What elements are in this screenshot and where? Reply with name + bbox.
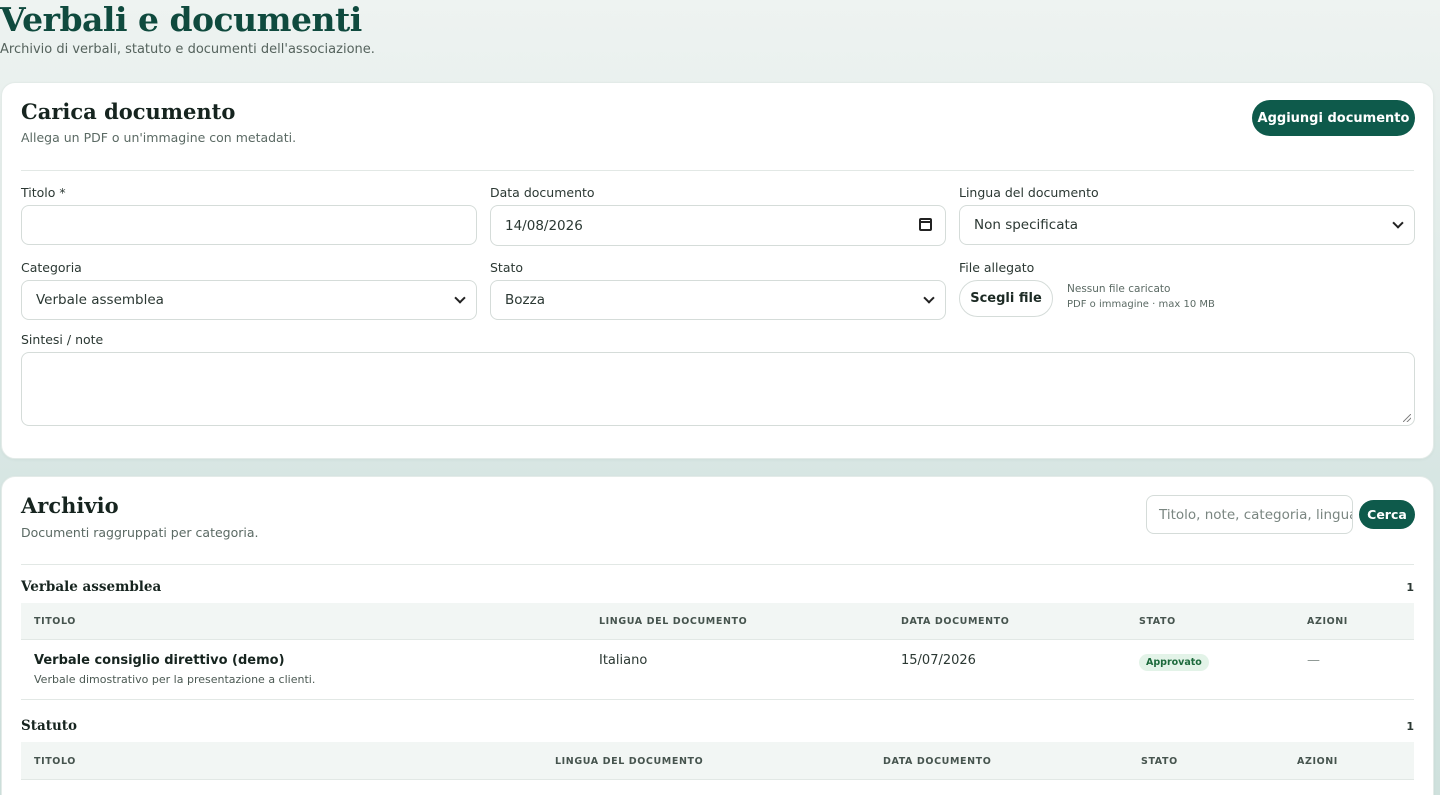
archive-description: Documenti raggruppati per categoria. [21, 525, 259, 540]
row-title[interactable]: Verbale consiglio direttivo (demo) [34, 653, 285, 668]
upload-card: Carica documento Allega un PDF o un'imma… [1, 82, 1434, 459]
col-titolo: TITOLO [34, 616, 76, 627]
titolo-label: Titolo * [21, 185, 66, 200]
page-subtitle: Archivio di verbali, statuto e documenti… [0, 42, 375, 57]
col-stato: STATO [1141, 756, 1178, 767]
group-count: 1 [1406, 581, 1414, 594]
titolo-input[interactable] [21, 205, 477, 245]
status-badge: Approvato [1139, 654, 1209, 671]
file-status: Nessun file caricato [1067, 283, 1171, 295]
row-description: Verbale dimostrativo per la presentazion… [34, 673, 316, 686]
file-label: File allegato [959, 260, 1035, 275]
categoria-label: Categoria [21, 260, 82, 275]
archive-title: Archivio [21, 493, 119, 518]
choose-file-button[interactable]: Scegli file [959, 280, 1053, 317]
col-azioni: AZIONI [1297, 756, 1338, 767]
page-title: Verbali e documenti [0, 0, 362, 39]
stato-label: Stato [490, 260, 524, 275]
lingua-label: Lingua del documento [959, 185, 1099, 200]
sintesi-textarea[interactable] [21, 352, 1415, 426]
archive-search-input[interactable]: Titolo, note, categoria, lingua [1146, 495, 1353, 534]
upload-divider [21, 170, 1414, 171]
data-documento-value: 14/08/2026 [505, 217, 583, 234]
stato-select[interactable]: Bozza [490, 280, 946, 320]
lingua-select[interactable]: Non specificata [959, 205, 1415, 245]
col-titolo: TITOLO [34, 756, 76, 767]
upload-description: Allega un PDF o un'immagine con metadati… [21, 130, 297, 145]
col-data: DATA DOCUMENTO [901, 616, 1010, 627]
col-lingua: LINGUA DEL DOCUMENTO [555, 756, 704, 767]
calendar-icon[interactable] [919, 218, 932, 231]
table-header: TITOLO LINGUA DEL DOCUMENTO DATA DOCUMEN… [21, 603, 1414, 640]
categoria-select-value: Verbale assemblea [36, 292, 164, 308]
chevron-down-icon [1392, 217, 1404, 229]
group-title-verbale-assemblea: Verbale assemblea [21, 579, 162, 595]
row-lingua: Italiano [599, 653, 648, 668]
group-count: 1 [1406, 720, 1414, 733]
archive-divider [21, 564, 1414, 565]
group-title-statuto: Statuto [21, 718, 78, 734]
data-documento-input[interactable]: 14/08/2026 [490, 205, 946, 246]
sintesi-label: Sintesi / note [21, 332, 104, 347]
search-button[interactable]: Cerca [1359, 500, 1415, 529]
file-hint: PDF o immagine · max 10 MB [1067, 299, 1215, 310]
lingua-select-value: Non specificata [974, 217, 1079, 233]
resize-handle[interactable] [1403, 414, 1411, 422]
row-data: 15/07/2026 [901, 653, 976, 668]
row-actions: — [1307, 653, 1320, 668]
categoria-select[interactable]: Verbale assemblea [21, 280, 477, 320]
col-azioni: AZIONI [1307, 616, 1348, 627]
table-row[interactable]: Verbale consiglio direttivo (demo) Verba… [21, 640, 1414, 700]
add-document-button[interactable]: Aggiungi documento [1252, 100, 1415, 136]
chevron-down-icon [454, 292, 466, 304]
col-data: DATA DOCUMENTO [883, 756, 992, 767]
col-stato: STATO [1139, 616, 1176, 627]
table-header: TITOLO LINGUA DEL DOCUMENTO DATA DOCUMEN… [21, 742, 1414, 780]
chevron-down-icon [923, 292, 935, 304]
data-label: Data documento [490, 185, 595, 200]
upload-title: Carica documento [21, 99, 236, 124]
col-lingua: LINGUA DEL DOCUMENTO [599, 616, 748, 627]
stato-select-value: Bozza [505, 292, 545, 308]
page-header: Verbali e documenti Archivio di verbali,… [0, 0, 375, 57]
archive-card: Archivio Documenti raggruppati per categ… [1, 476, 1434, 795]
